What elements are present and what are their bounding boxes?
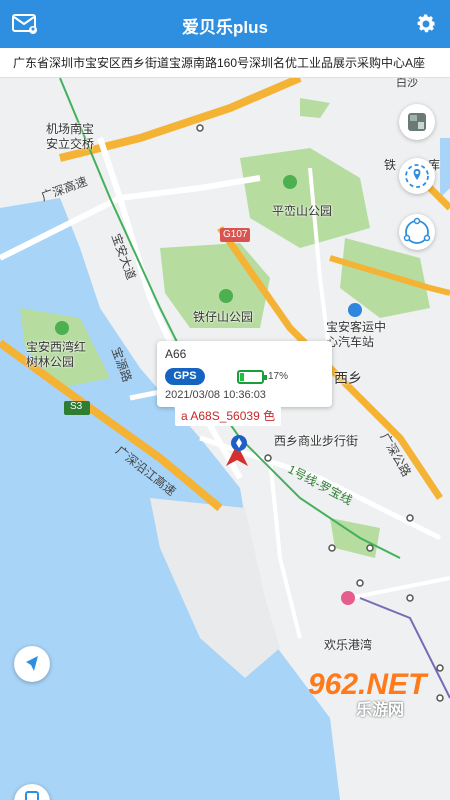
water-area [440,138,450,198]
watermark: 962.NET 乐游网 [308,668,450,719]
map-label-tie: 铁 [384,158,397,172]
app-title: 爱贝乐plus [182,18,268,37]
metro-station [366,544,374,552]
metro-station [406,514,414,522]
location-timestamp: 2021/03/08 10:36:03 [165,389,266,401]
bus-station-icon [348,303,362,317]
device-info-popup[interactable]: A66 GPS 17% 2021/03/08 10:36:03 [157,341,332,407]
park-poi-icon [283,175,297,189]
map-label-g107: G107 [223,229,248,240]
metro-station [264,454,272,462]
map-view[interactable]: 机场南宝 安立交桥 广深高速 平峦山公园 G107 宝安大道 铁仔山公园 宝安西… [0,78,450,800]
fence-icon [403,217,431,244]
watermark-sub: 乐游网 [356,702,405,719]
phone-button[interactable] [14,784,50,800]
locate-icon [26,656,38,671]
map-label-happy-harbor: 欢乐港湾 [324,638,373,652]
fence-button[interactable] [399,214,435,250]
park-poi-icon [219,289,233,303]
phone-icon [25,791,39,800]
map-label-xixiang-street: 西乡商业步行街 [274,434,359,448]
gear-icon[interactable] [414,12,438,36]
metro-station [356,579,364,587]
satellite-map-icon [408,113,426,131]
poi-icon [341,591,355,605]
battery-percent: 17% [268,371,289,382]
device-plate-label: a A68S_56039 色 [175,406,282,426]
locate-button[interactable] [14,646,50,682]
metro-station [406,594,414,602]
metro-station [196,124,204,132]
map-label-bay-park: 宝安西湾红 树林公园 [26,340,87,369]
park-poi-icon [55,321,69,335]
map-label-airport-interchange: 机场南宝 安立交桥 [46,122,95,151]
address-bar: 广东省深圳市宝安区西乡街道宝源南路160号深圳名优工业品展示采购中心A座 [0,48,450,78]
track-button[interactable] [399,158,435,194]
device-location-marker[interactable] [222,434,252,468]
map-label-s3: S3 [70,401,83,412]
gps-badge: GPS [165,368,205,385]
map-label-pingluan-park: 平峦山公园 [272,204,333,218]
satellite-map-button[interactable] [399,104,435,140]
device-name: A66 [165,347,187,361]
map-label-xixiang: 西乡 [334,370,362,386]
app-header: 爱贝乐plus [0,0,450,48]
metro-station [328,544,336,552]
battery-fill [240,373,244,381]
map-label-bus-station: 宝安客运中 心汽车站 [326,320,387,349]
track-icon [405,164,429,188]
map-label-baisha: 白沙 [396,78,418,89]
battery-icon [237,370,267,384]
map-label-tiezai-park: 铁仔山公园 [193,310,254,324]
